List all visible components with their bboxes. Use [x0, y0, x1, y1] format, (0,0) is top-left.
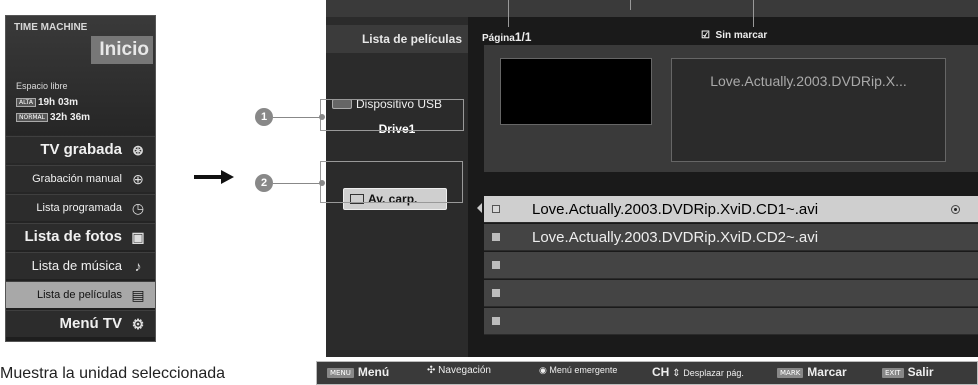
menu-item-label: Grabación manual	[32, 173, 122, 185]
ok-button-icon: ◉	[539, 365, 547, 375]
file-name: Love.Actually.2003.DVDRip.XviD.CD2~.avi	[532, 229, 819, 246]
normal-quality-time: NORMAL 32h 36m	[16, 112, 90, 123]
checkbox[interactable]	[492, 289, 500, 297]
preview-filename: Love.Actually.2003.DVDRip.X...	[671, 58, 946, 162]
file-row[interactable]	[484, 308, 978, 335]
help-navigation: ✣ Navegación	[427, 365, 491, 376]
checkbox[interactable]	[492, 233, 500, 241]
menu-item-label: Lista de películas	[37, 289, 122, 301]
ch-key: CH	[652, 365, 670, 379]
mark-key-icon: MARK	[777, 368, 804, 378]
callout-line	[273, 183, 323, 184]
normal-quality-value: 32h 36m	[50, 112, 91, 123]
file-row[interactable]: Love.Actually.2003.DVDRip.XviD.CD1~.avi	[484, 196, 978, 223]
callout-line	[273, 117, 323, 118]
help-menu: MENU Menú	[327, 365, 389, 379]
free-space-label: Espacio libre	[16, 81, 68, 91]
home-button[interactable]: Inicio	[91, 36, 153, 64]
ch-updown-icon: ⇕	[672, 368, 681, 379]
callout-line	[753, 0, 754, 27]
checkbox[interactable]	[492, 205, 500, 213]
high-quality-badge: ALTA	[16, 98, 36, 107]
file-list: Love.Actually.2003.DVDRip.XviD.CD1~.avi …	[484, 196, 978, 343]
menu-item-lista-musica[interactable]: Lista de música ♪	[6, 252, 155, 279]
help-mark: MARK Marcar	[777, 365, 847, 379]
help-popup-label: Menú emergente	[549, 365, 618, 375]
movie-icon: ▤	[131, 287, 145, 303]
callout-line	[630, 0, 631, 10]
menu-item-label: Lista de fotos	[24, 228, 122, 245]
video-thumbnail	[500, 58, 652, 125]
file-row[interactable]	[484, 252, 978, 279]
page-indicator: Página1/1	[482, 30, 531, 44]
high-quality-value: 19h 03m	[37, 97, 78, 108]
menu-item-lista-programada[interactable]: Lista programada ◷	[6, 194, 155, 221]
menu-item-lista-fotos[interactable]: Lista de fotos ▣	[6, 223, 155, 250]
help-page-scroll-label: Desplazar pág.	[683, 368, 744, 378]
gear-icon: ⚙	[131, 316, 145, 332]
time-machine-title: TIME MACHINE	[14, 22, 88, 33]
music-note-icon: ♪	[134, 258, 142, 274]
high-quality-time: ALTA 19h 03m	[16, 97, 78, 108]
normal-quality-badge: NORMAL	[16, 113, 49, 122]
menu-key-icon: MENU	[327, 368, 354, 378]
exit-key-icon: EXIT	[882, 368, 904, 378]
help-exit-label: Salir	[907, 365, 934, 379]
page-label: Página	[482, 33, 515, 44]
file-name: Love.Actually.2003.DVDRip.XviD.CD1~.avi	[532, 201, 819, 218]
help-navigation-label: Navegación	[438, 365, 491, 376]
callout-dot	[319, 114, 325, 120]
time-machine-header: TIME MACHINE Inicio Espacio libre ALTA 19…	[6, 16, 155, 135]
help-exit: EXIT Salir	[882, 365, 934, 379]
callout-line	[508, 0, 509, 27]
right-arrow-icon	[194, 170, 234, 184]
sidebar-header: Lista de películas	[326, 25, 468, 53]
menu-item-label: TV grabada	[40, 141, 122, 158]
manual-record-icon: ⊕	[132, 171, 144, 187]
bottom-help-bar: MENU Menú ✣ Navegación ◉ Menú emergente C…	[316, 361, 978, 385]
callout-two: 2	[255, 174, 273, 192]
callout-dot	[319, 180, 325, 186]
playing-indicator-icon	[951, 205, 960, 214]
menu-item-label: Lista de música	[31, 258, 122, 273]
tv-recorded-icon: ⊛	[132, 142, 144, 158]
folder-highlight-box	[320, 161, 463, 203]
file-row[interactable]: Love.Actually.2003.DVDRip.XviD.CD2~.avi	[484, 224, 978, 251]
top-strip	[326, 0, 978, 17]
caption-text: Muestra la unidad seleccionada	[0, 365, 226, 382]
menu-item-lista-peliculas[interactable]: Lista de películas ▤	[6, 281, 155, 308]
checkbox[interactable]	[492, 261, 500, 269]
help-popup: ◉ Menú emergente	[539, 365, 617, 376]
unmark-label: Sin marcar	[715, 30, 768, 41]
menu-item-label: Lista programada	[36, 202, 122, 214]
menu-item-tv-grabada[interactable]: TV grabada ⊛	[6, 136, 155, 163]
menu-item-grabacion-manual[interactable]: Grabación manual ⊕	[6, 165, 155, 192]
photo-icon: ▣	[131, 229, 145, 245]
help-page-scroll: CH ⇕ Desplazar pág.	[652, 365, 744, 379]
list-left-arrow-icon[interactable]	[477, 203, 482, 213]
drive-highlight-box	[320, 99, 464, 131]
file-row[interactable]	[484, 280, 978, 307]
unmark-toggle[interactable]: ☑ Sin marcar	[701, 30, 767, 41]
help-mark-label: Marcar	[807, 365, 847, 379]
checkbox-icon: ☑	[701, 30, 710, 41]
navigation-icon: ✣	[427, 365, 436, 376]
schedule-icon: ◷	[131, 200, 145, 216]
page-value: 1/1	[514, 30, 532, 44]
help-menu-label: Menú	[357, 365, 390, 379]
menu-item-label: Menú TV	[59, 315, 123, 332]
callout-one: 1	[255, 108, 273, 126]
time-machine-menu: TIME MACHINE Inicio Espacio libre ALTA 19…	[5, 15, 156, 342]
menu-item-menu-tv[interactable]: Menú TV ⚙	[6, 310, 155, 337]
checkbox[interactable]	[492, 317, 500, 325]
